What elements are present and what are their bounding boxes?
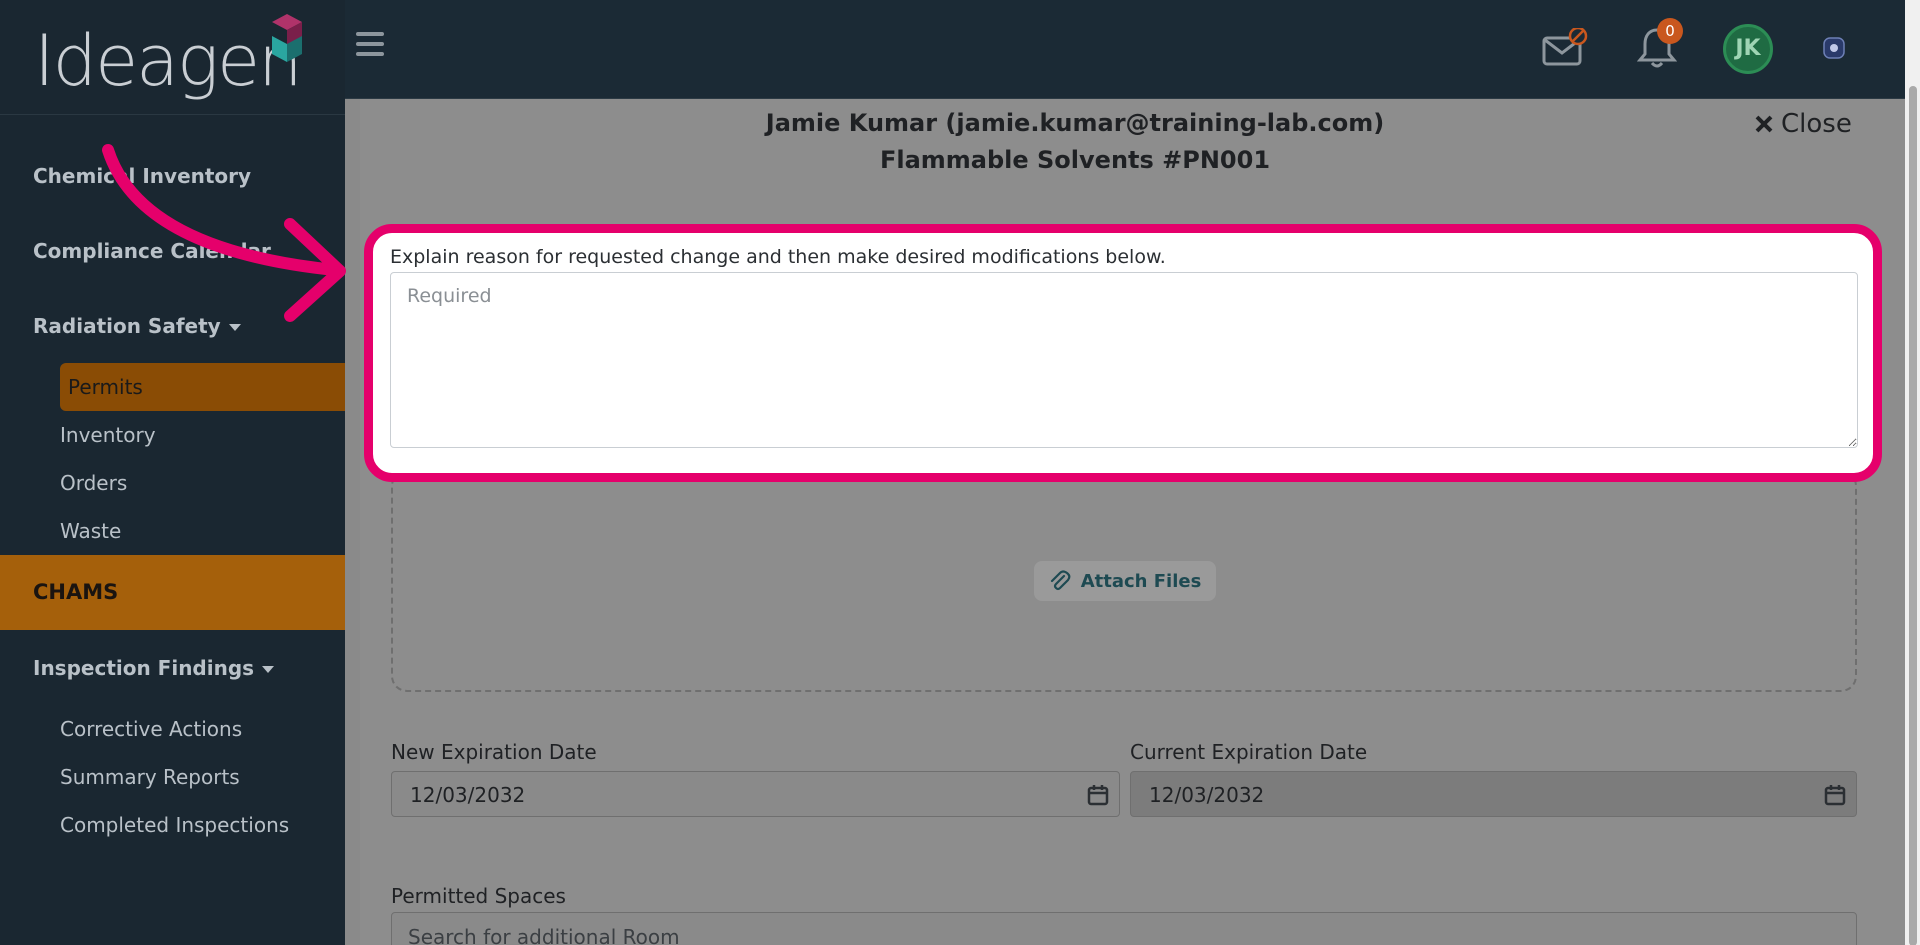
sidebar-item-label: Inspection Findings [33,656,255,680]
sidebar-item-orders[interactable]: Orders [60,471,127,495]
current-expiration-label: Current Expiration Date [1130,740,1368,764]
logo-text: Ideagen [34,20,302,102]
permitted-spaces-label: Permitted Spaces [391,884,566,908]
attach-files-button[interactable]: Attach Files [1034,561,1216,601]
requester-name: Jamie Kumar (jamie.kumar@training-lab.co… [765,109,1385,137]
new-expiration-input[interactable]: 12/03/2032 [391,771,1120,817]
ideagen-logo[interactable]: Ideagen [34,14,314,104]
mail-disabled-icon[interactable] [1542,28,1590,70]
annotation-arrow-icon [102,144,346,322]
calendar-icon[interactable] [1087,784,1109,806]
close-label: Close [1781,109,1852,139]
logo-cube-icon [272,14,302,62]
close-icon [1755,115,1773,133]
scroll-thumb[interactable] [1909,86,1917,945]
sidebar-item-permits[interactable]: Permits [60,363,345,411]
attach-files-label: Attach Files [1080,570,1202,592]
sidebar-item-inspection-findings[interactable]: Inspection Findings [33,656,275,680]
paperclip-icon [1050,570,1071,591]
sidebar-item-summary-reports[interactable]: Summary Reports [60,765,240,789]
sidebar-item-label: CHAMS [33,580,119,604]
room-search-input[interactable]: Search for additional Room [391,912,1857,945]
permit-title: Flammable Solvents #PN001 [879,146,1271,174]
close-button[interactable]: Close [1755,109,1852,139]
user-avatar[interactable]: JK [1723,24,1773,74]
notification-count-badge: 0 [1657,18,1683,44]
current-expiration-value: 12/03/2032 [1149,783,1265,807]
calendar-icon [1824,785,1846,806]
app-switcher-icon[interactable] [1823,36,1845,60]
sidebar-item-corrective-actions[interactable]: Corrective Actions [60,717,242,741]
current-expiration-input: 12/03/2032 [1130,771,1857,817]
page-scrollbar[interactable] [1905,0,1920,945]
caret-down-icon [262,665,275,673]
sidebar-item-label: Permits [68,375,143,399]
topbar: 0 JK [345,0,1920,99]
reason-textarea[interactable] [390,272,1858,448]
sidebar-item-inventory[interactable]: Inventory [60,423,156,447]
reason-label: Explain reason for requested change and … [390,246,1166,268]
new-expiration-label: New Expiration Date [391,740,597,764]
new-expiration-value: 12/03/2032 [410,783,526,807]
sidebar-item-chams[interactable]: CHAMS [0,555,345,630]
logo-divider [0,114,345,115]
sidebar-item-waste[interactable]: Waste [60,519,121,543]
menu-icon[interactable] [356,32,384,56]
sidebar-item-completed-inspections[interactable]: Completed Inspections [60,813,289,837]
